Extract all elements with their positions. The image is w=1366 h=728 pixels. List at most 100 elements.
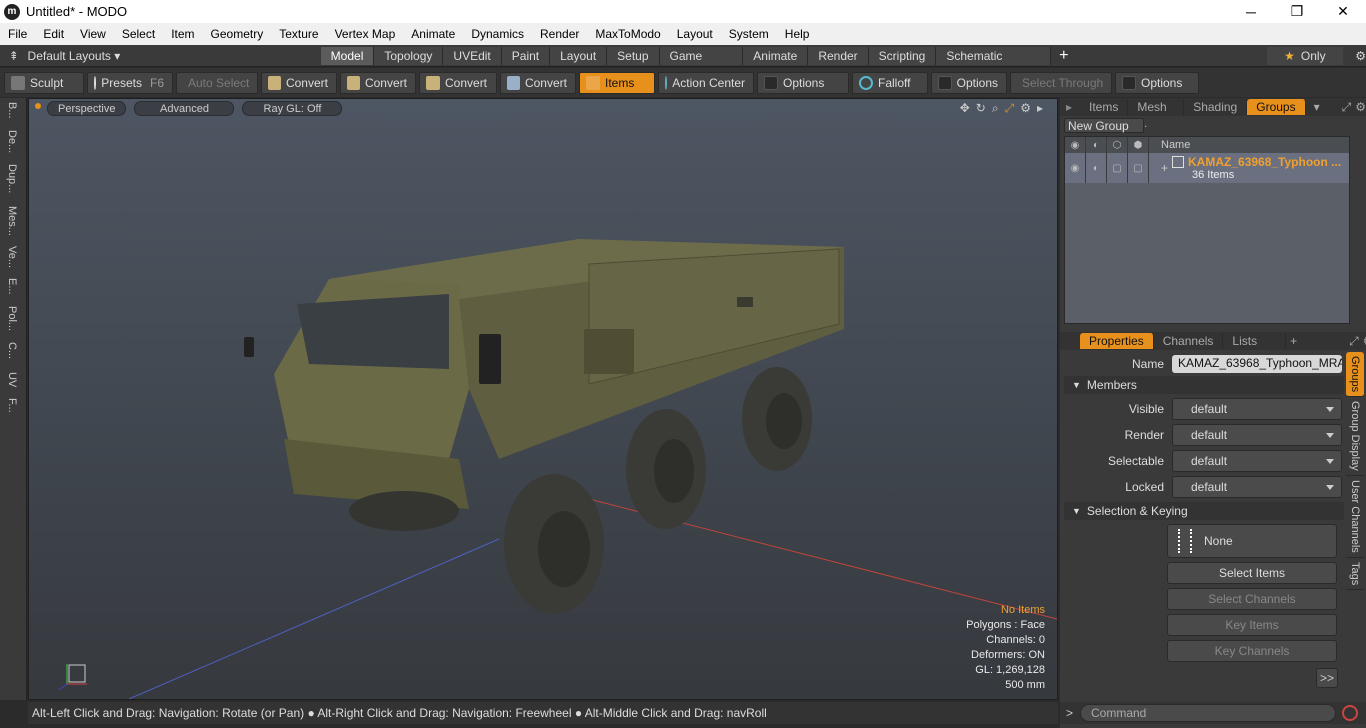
select-icon[interactable]: ⬡ xyxy=(1107,137,1128,153)
gear-icon[interactable]: ⚙ xyxy=(1355,49,1366,63)
menu-item[interactable]: Item xyxy=(163,27,202,41)
command-input[interactable]: Command xyxy=(1080,704,1336,722)
menu-texture[interactable]: Texture xyxy=(271,27,326,41)
tab-setup[interactable]: Setup xyxy=(607,46,660,65)
convert-button-1[interactable]: Convert xyxy=(261,71,337,94)
selectable-dropdown[interactable]: default xyxy=(1172,450,1342,472)
tab-uvedit[interactable]: UVEdit xyxy=(443,46,502,65)
name-field[interactable]: KAMAZ_63968_Typhoon_MRAP_ xyxy=(1172,355,1342,373)
items-button[interactable]: Items xyxy=(579,71,655,94)
tab-schematic-fusion[interactable]: Schematic Fusion xyxy=(936,46,1052,81)
layout-menu-icon[interactable]: ⇞ xyxy=(0,49,28,63)
strip-tab-mesh[interactable]: Mes... xyxy=(6,206,18,236)
add-tab-button[interactable]: + xyxy=(1059,47,1068,65)
falloff-button[interactable]: Falloff xyxy=(852,71,928,94)
only-toggle[interactable]: ★ Only xyxy=(1266,46,1344,65)
strip-tab-uv[interactable]: UV xyxy=(6,372,18,387)
options-button-2[interactable]: Options xyxy=(931,71,1007,94)
menu-system[interactable]: System xyxy=(721,27,777,41)
default-layouts-dropdown[interactable]: Default Layouts ▾ xyxy=(28,49,321,63)
close-button[interactable]: ✕ xyxy=(1320,0,1366,23)
menu-layout[interactable]: Layout xyxy=(669,27,721,41)
tab-layout[interactable]: Layout xyxy=(550,46,608,65)
auto-select-button[interactable]: Auto Select xyxy=(176,71,258,94)
panel-gear-icon[interactable]: ⚙ xyxy=(1355,100,1366,114)
visible-dropdown[interactable]: default xyxy=(1172,398,1342,420)
convert-button-2[interactable]: Convert xyxy=(340,71,416,94)
members-section-header[interactable]: ▼ Members xyxy=(1064,376,1344,394)
sculpt-button[interactable]: Sculpt xyxy=(4,71,84,94)
expand-plus-icon[interactable]: + xyxy=(1161,161,1168,175)
new-group-button[interactable]: New Group xyxy=(1064,118,1144,133)
select-items-button[interactable]: Select Items xyxy=(1167,562,1337,584)
add-tab-button[interactable]: + xyxy=(1290,334,1297,348)
tab-shading[interactable]: Shading xyxy=(1184,99,1248,115)
tab-items[interactable]: Items xyxy=(1080,99,1129,115)
maximize-button[interactable]: ❐ xyxy=(1274,0,1320,23)
key-items-button[interactable]: Key Items xyxy=(1167,614,1337,636)
menu-select[interactable]: Select xyxy=(114,27,163,41)
vtab-tags[interactable]: Tags xyxy=(1346,558,1364,590)
vtab-groups[interactable]: Groups xyxy=(1346,352,1364,398)
tab-topology[interactable]: Topology xyxy=(374,46,444,65)
menu-help[interactable]: Help xyxy=(777,27,818,41)
presets-button[interactable]: Presets F6 xyxy=(87,71,173,94)
group-row[interactable]: ◉ ◐ ▢ ▢ + KAMAZ_63968_Typhoon ... 36 Ite… xyxy=(1065,153,1349,183)
strip-tab-edge[interactable]: E... xyxy=(6,278,18,295)
tab-animate[interactable]: Animate xyxy=(743,46,809,65)
locked-dropdown[interactable]: default xyxy=(1172,476,1342,498)
tab-groups[interactable]: Groups xyxy=(1247,99,1306,115)
lock-icon[interactable]: ⬢ xyxy=(1128,137,1149,153)
minimize-button[interactable]: ─ xyxy=(1228,0,1274,23)
strip-tab-fusion[interactable]: F... xyxy=(6,398,18,413)
vtab-user-channels[interactable]: User Channels xyxy=(1346,476,1364,558)
render-dropdown[interactable]: default xyxy=(1172,424,1342,446)
tab-lists[interactable]: Lists xyxy=(1223,333,1287,349)
row-select-checkbox[interactable]: ▢ xyxy=(1107,153,1128,183)
menu-edit[interactable]: Edit xyxy=(35,27,72,41)
options-button-3[interactable]: Options xyxy=(1115,71,1199,94)
row-lock-checkbox[interactable]: ▢ xyxy=(1128,153,1149,183)
command-record-icon[interactable] xyxy=(1342,705,1358,721)
menu-animate[interactable]: Animate xyxy=(403,27,463,41)
expand-panel-icon[interactable]: ⤢ xyxy=(1349,334,1359,349)
tabs-dropdown-icon[interactable]: ▾ xyxy=(1314,100,1320,114)
visibility-eye-icon[interactable]: ◉ xyxy=(1065,137,1086,153)
menu-geometry[interactable]: Geometry xyxy=(203,27,272,41)
expand-panel-icon[interactable]: ⤢ xyxy=(1342,100,1352,115)
tab-render[interactable]: Render xyxy=(808,46,869,65)
strip-tab-basic[interactable]: B... xyxy=(6,102,18,119)
tab-game-tools[interactable]: Game Tools xyxy=(659,46,744,81)
tab-model[interactable]: Model xyxy=(320,46,375,65)
none-button[interactable]: None xyxy=(1167,524,1337,558)
tab-channels[interactable]: Channels xyxy=(1154,333,1224,349)
convert-button-4[interactable]: Convert xyxy=(500,71,576,94)
panel-grip-icon[interactable]: ▸ xyxy=(1066,100,1072,114)
menu-vertex-map[interactable]: Vertex Map xyxy=(327,27,404,41)
menu-file[interactable]: File xyxy=(0,27,35,41)
menu-view[interactable]: View xyxy=(72,27,114,41)
vtab-group-display[interactable]: Group Display xyxy=(1346,397,1364,476)
render-icon[interactable]: ◐ xyxy=(1086,137,1107,153)
strip-tab-duplicate[interactable]: Dup... xyxy=(6,164,18,193)
strip-tab-polygon[interactable]: Pol... xyxy=(6,306,18,331)
options-button-1[interactable]: Options xyxy=(757,71,849,94)
row-render-icon[interactable]: ◐ xyxy=(1086,153,1107,183)
selection-keying-section-header[interactable]: ▼ Selection & Keying xyxy=(1064,502,1344,520)
row-eye-icon[interactable]: ◉ xyxy=(1065,153,1086,183)
3d-viewport[interactable]: Perspective Advanced Ray GL: Off ✥ ↻ ⌕ ⤢… xyxy=(28,98,1058,700)
tab-paint[interactable]: Paint xyxy=(501,46,551,65)
key-channels-button[interactable]: Key Channels xyxy=(1167,640,1337,662)
tab-scripting[interactable]: Scripting xyxy=(868,46,937,65)
action-center-button[interactable]: Action Center xyxy=(658,71,754,94)
menu-maxtomodo[interactable]: MaxToModo xyxy=(587,27,668,41)
strip-tab-curve[interactable]: C... xyxy=(6,342,18,359)
more-button[interactable]: >> xyxy=(1316,668,1338,688)
tab-properties[interactable]: Properties xyxy=(1080,333,1154,349)
strip-tab-vertex[interactable]: Ve... xyxy=(6,246,18,268)
convert-button-3[interactable]: Convert xyxy=(419,71,497,94)
select-through-button[interactable]: Select Through xyxy=(1010,71,1112,94)
strip-tab-deform[interactable]: De... xyxy=(6,130,18,153)
tab-mesh[interactable]: Mesh ... xyxy=(1128,99,1185,130)
select-channels-button[interactable]: Select Channels xyxy=(1167,588,1337,610)
